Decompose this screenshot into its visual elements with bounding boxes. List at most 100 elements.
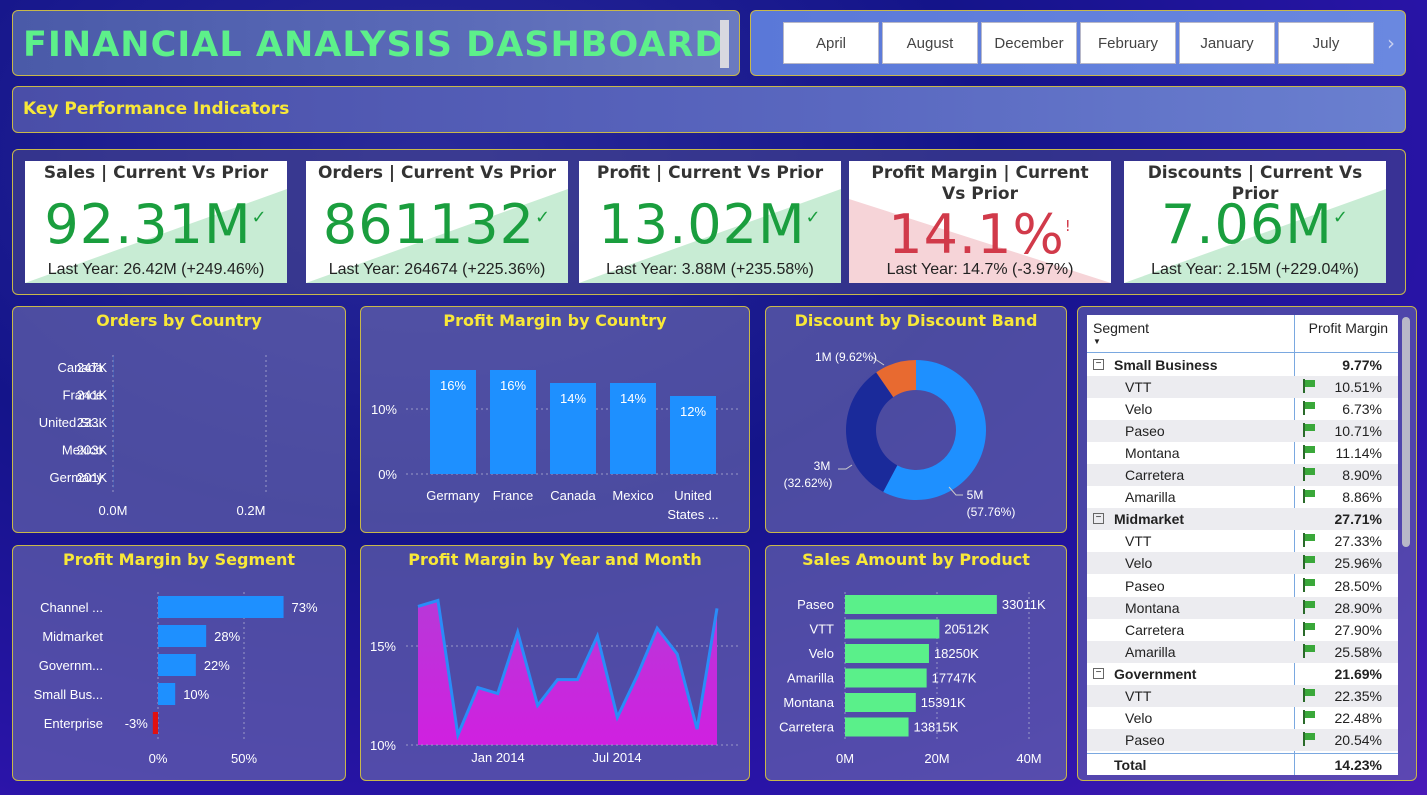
segment-row[interactable]: − Government 21.69%	[1087, 663, 1398, 685]
kpi-prior-year: Last Year: 3.88M (+235.58%)	[606, 261, 814, 278]
kpi-card-sales[interactable]: Sales | Current Vs Prior 92.31M✓ Last Ye…	[25, 161, 287, 283]
collapse-icon[interactable]: −	[1093, 513, 1104, 525]
bar[interactable]	[845, 644, 929, 663]
table-row[interactable]: Amarilla 8.86%	[1087, 486, 1398, 508]
row-profit-margin: 10.51%	[1334, 379, 1382, 396]
y-tick-label: 10%	[371, 402, 397, 417]
row-profit-margin: 27.33%	[1334, 533, 1382, 550]
table-row[interactable]: Montana 28.90%	[1087, 596, 1398, 619]
bar[interactable]	[158, 625, 207, 647]
slice-label: (32.62%)	[784, 476, 833, 490]
flag-icon	[1302, 599, 1316, 617]
category-label: Amarilla	[787, 671, 835, 686]
table-header: Segment ▼ Profit Margin	[1087, 315, 1398, 353]
table-row[interactable]: VTT 10.51%	[1087, 376, 1398, 399]
category-label: Midmarket	[42, 629, 103, 644]
table-row[interactable]: Carretera 8.90%	[1087, 464, 1398, 487]
month-button-february[interactable]: February	[1080, 22, 1176, 64]
chart-profit-margin-by-year-month[interactable]: Profit Margin by Year and Month 15% 10% …	[360, 545, 750, 781]
kpi-prior-year: Last Year: 264674 (+225.36%)	[328, 261, 546, 278]
bar[interactable]	[845, 619, 940, 639]
sort-down-icon[interactable]: ▼	[1093, 337, 1101, 346]
kpi-prior-year: Last Year: 26.42M (+249.46%)	[47, 261, 265, 278]
month-button-april[interactable]: April	[783, 22, 879, 64]
segment-matrix[interactable]: Segment ▼ Profit Margin − Small Business 9…	[1087, 315, 1398, 775]
row-label: Paseo	[1125, 423, 1165, 440]
month-button-january[interactable]: January	[1179, 22, 1275, 64]
category-label: United St...	[39, 415, 103, 430]
bar[interactable]	[158, 654, 196, 676]
flag-icon	[1302, 489, 1316, 506]
slice-label: (57.76%)	[967, 505, 1016, 519]
category-label: Germany	[50, 470, 104, 485]
segment-matrix-panel: Segment ▼ Profit Margin − Small Business 9…	[1077, 306, 1417, 781]
table-row[interactable]: Amarilla 25.58%	[1087, 640, 1398, 663]
data-label: 28%	[214, 629, 240, 644]
category-label: Mexico	[62, 443, 103, 458]
month-button-july[interactable]: July	[1278, 22, 1374, 64]
category-label: Carretera	[779, 720, 835, 735]
category-label: Canada	[550, 488, 596, 503]
collapse-icon[interactable]: −	[1093, 359, 1104, 370]
data-label: 18250K	[934, 646, 979, 661]
table-row[interactable]: Paseo 20.54%	[1087, 728, 1398, 751]
bar[interactable]	[845, 595, 997, 614]
row-label: Carretera	[1125, 621, 1185, 638]
category-label: Small Bus...	[34, 687, 103, 702]
segment-row[interactable]: − Midmarket 27.71%	[1087, 508, 1398, 531]
row-profit-margin: 27.90%	[1334, 621, 1382, 638]
table-row[interactable]: VTT 27.33%	[1087, 530, 1398, 552]
table-row[interactable]: Carretera 27.90%	[1087, 619, 1398, 641]
bar[interactable]	[158, 596, 284, 618]
table-row[interactable]: Paseo 10.71%	[1087, 420, 1398, 443]
row-label: Montana	[1125, 599, 1180, 616]
alert-icon: !	[1064, 217, 1072, 235]
slice-label: 1M (9.62%)	[815, 350, 877, 364]
table-row[interactable]: Velo 25.96%	[1087, 552, 1398, 575]
kpi-value: 13.02M✓	[598, 193, 822, 256]
x-tick-label: 0.0M	[99, 503, 128, 518]
column-header-segment[interactable]: Segment	[1093, 320, 1149, 336]
table-row[interactable]: Montana 11.14%	[1087, 442, 1398, 464]
kpi-value: 7.06M✓	[1161, 193, 1349, 256]
chart-discount-by-band[interactable]: Discount by Discount Band 1M (9.62%) 3M (3…	[765, 306, 1067, 533]
table-row[interactable]: Paseo 28.50%	[1087, 575, 1398, 597]
kpi-card-discounts[interactable]: Discounts | Current Vs Prior 7.06M✓ Last…	[1124, 161, 1386, 283]
kpi-card-orders[interactable]: Orders | Current Vs Prior 861132✓ Last Y…	[306, 161, 568, 283]
orders-by-country-plot: 0.0M 0.2M 247KCanada241KFrance233KUnited…	[39, 355, 267, 518]
data-label: 16%	[440, 378, 466, 393]
collapse-icon[interactable]: −	[1093, 667, 1104, 679]
kpi-prior-year: Last Year: 2.15M (+229.04%)	[1151, 261, 1359, 278]
bar[interactable]	[158, 683, 176, 705]
row-label: Government	[1114, 665, 1197, 682]
month-button-august[interactable]: August	[882, 22, 978, 64]
bar[interactable]	[845, 717, 909, 737]
month-button-december[interactable]: December	[981, 22, 1077, 64]
x-tick-label: 40M	[1016, 751, 1041, 766]
row-label: Velo	[1125, 401, 1153, 418]
table-scrollbar[interactable]	[1402, 317, 1410, 547]
segment-row[interactable]: − Small Business 9.77%	[1087, 354, 1398, 376]
kpi-value: 14.1%!	[888, 203, 1072, 266]
column-header-profit-margin[interactable]: Profit Margin	[1309, 320, 1388, 336]
table-row[interactable]: VTT 22.35%	[1087, 684, 1398, 707]
bar[interactable]	[845, 693, 916, 712]
table-row[interactable]: Velo 22.48%	[1087, 707, 1398, 729]
chart-profit-margin-by-segment[interactable]: Profit Margin by Segment 0% 50% 73% Chann…	[12, 545, 346, 781]
row-label: Amarilla	[1125, 643, 1176, 660]
kpi-card-profit[interactable]: Profit | Current Vs Prior 13.02M✓ Last Y…	[579, 161, 841, 283]
chart-orders-by-country[interactable]: Orders by Country 0.0M 0.2M 247K Canada 24…	[12, 306, 346, 533]
chevron-right-icon[interactable]: ›	[1387, 31, 1395, 55]
category-label: Velo	[809, 646, 834, 661]
chart-sales-by-product[interactable]: Sales Amount by Product 0M 20M 40M 33011…	[765, 545, 1067, 781]
bar[interactable]	[845, 668, 927, 688]
data-label: 14%	[560, 391, 586, 406]
data-label: 10%	[183, 687, 209, 702]
flag-icon	[1302, 401, 1316, 418]
category-label: France	[493, 488, 533, 503]
row-profit-margin: 11.14%	[1335, 445, 1382, 462]
kpi-card-profit-margin[interactable]: Profit Margin | Current Vs Prior 14.1%! …	[849, 161, 1111, 283]
chart-profit-margin-by-country[interactable]: Profit Margin by Country 10% 0% 16% Germa…	[360, 306, 750, 533]
table-row[interactable]: Velo 6.73%	[1087, 398, 1398, 420]
bar[interactable]	[152, 712, 158, 734]
